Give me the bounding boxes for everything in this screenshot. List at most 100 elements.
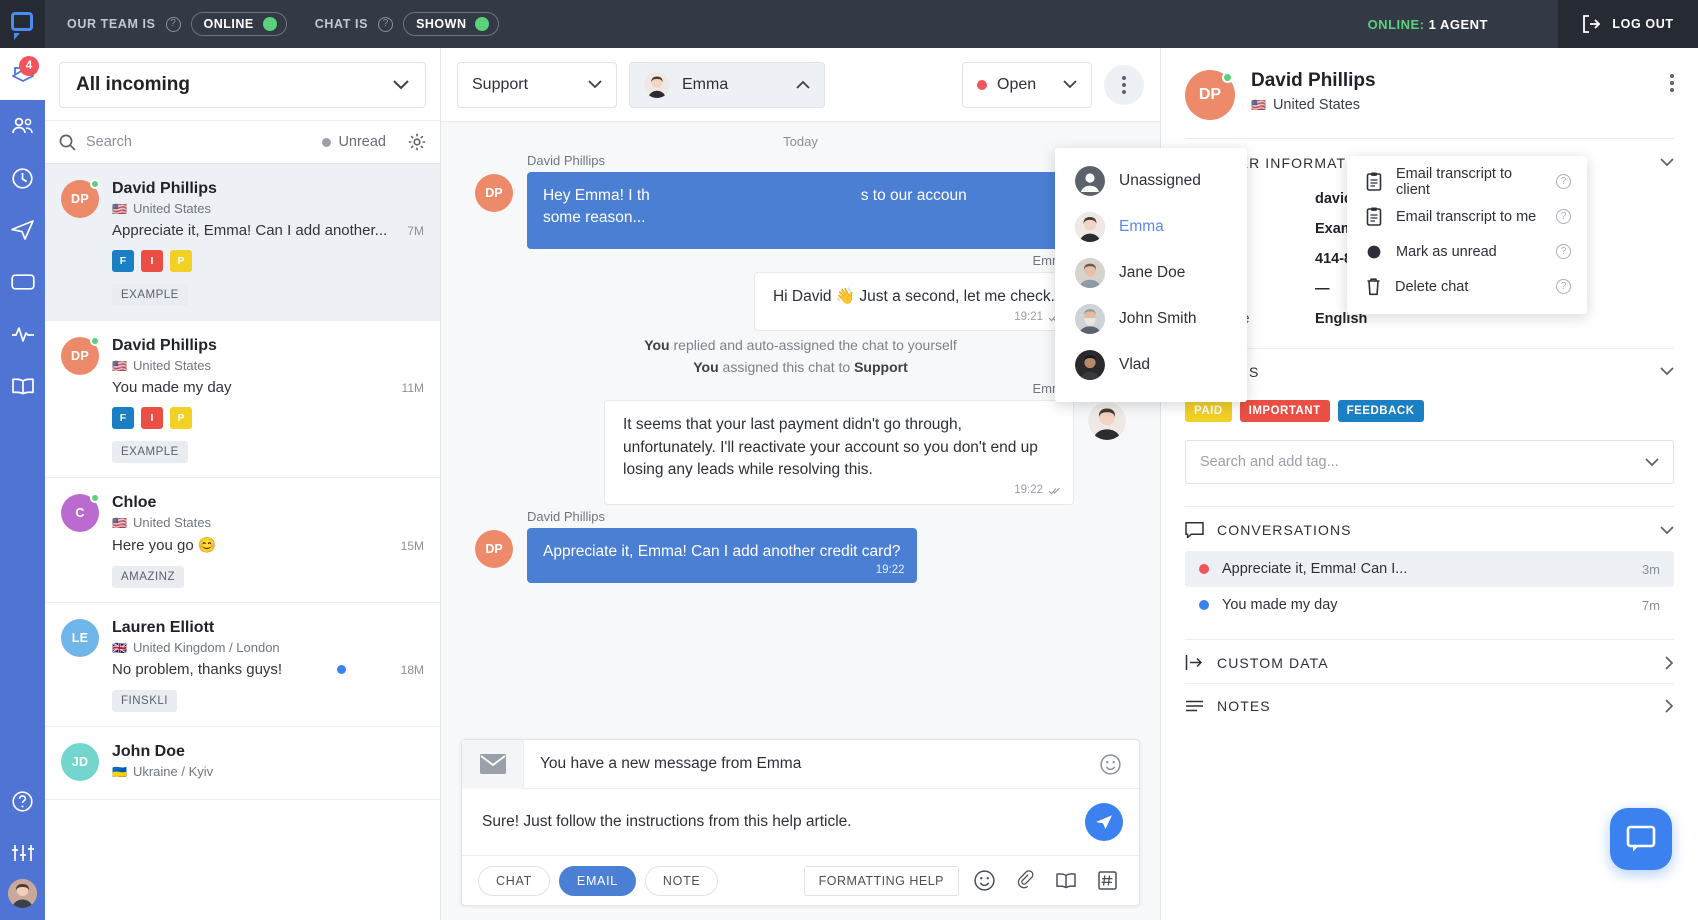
tag-chip[interactable]: PAID [1185, 400, 1232, 422]
knowledge-icon[interactable] [1050, 865, 1082, 897]
country-flag-icon: 🇺🇸 [112, 201, 127, 216]
custom-data-header[interactable]: CUSTOM DATA [1185, 639, 1674, 683]
sidebar-item-reports[interactable] [0, 308, 45, 360]
country-flag-icon: 🇬🇧 [112, 640, 127, 655]
online-status-dot-icon [1222, 72, 1233, 83]
field-value: — [1315, 281, 1330, 297]
contact-name: Chloe [112, 494, 157, 511]
search-icon[interactable] [59, 134, 76, 151]
menu-item-delete-chat[interactable]: Delete chat? [1347, 269, 1587, 304]
help-question-icon[interactable]: ? [1556, 209, 1571, 224]
canned-response-icon[interactable] [1091, 865, 1123, 897]
customer-options-button[interactable] [1670, 70, 1674, 92]
customer-name: David Phillips [1251, 70, 1376, 91]
status-dot-icon [1199, 600, 1209, 610]
conversation-list-item[interactable]: LE Lauren Elliott 🇬🇧 United Kingdom / Londo… [45, 603, 440, 727]
tab-email[interactable]: EMAIL [558, 865, 636, 896]
help-question-icon[interactable]: ? [165, 16, 181, 32]
source-badges: FIP [112, 407, 424, 429]
avatar: DP [61, 179, 100, 306]
notes-header[interactable]: NOTES [1185, 683, 1674, 726]
menu-item-email-transcript-to-me[interactable]: Email transcript to me? [1347, 199, 1587, 234]
group-select[interactable]: Support [457, 61, 617, 108]
menu-item-email-transcript-to-client[interactable]: Email transcript to client? [1347, 164, 1587, 199]
emoji-icon[interactable] [968, 865, 1000, 897]
subject-input[interactable]: You have a new message from Emma [524, 755, 1100, 773]
sidebar-item-knowledge[interactable] [0, 360, 45, 412]
help-question-icon[interactable]: ? [1556, 244, 1571, 259]
related-conversation-item[interactable]: Appreciate it, Emma! Can I... 3m [1185, 551, 1674, 587]
help-question-icon[interactable]: ? [1556, 174, 1571, 189]
tag-chip[interactable]: IMPORTANT [1239, 400, 1330, 422]
sidebar-item-chats[interactable]: 4 [0, 48, 45, 100]
chat-bubble-icon [1185, 522, 1204, 539]
assignee-option-vlad[interactable]: Vlad [1055, 342, 1247, 388]
tab-chat[interactable]: CHAT [478, 865, 550, 896]
conversation-list-item[interactable]: DP David Phillips 🇺🇸 United States Appreciat… [45, 164, 440, 321]
chat-visibility-toggle[interactable]: SHOWN [403, 12, 500, 36]
sidebar-item-history[interactable] [0, 152, 45, 204]
app-logo[interactable] [0, 0, 45, 48]
message-input[interactable]: Sure! Just follow the instructions from … [482, 813, 1085, 831]
assignee-dropdown-menu[interactable]: Unassigned Emma Jane Doe John Smith Vlad [1055, 148, 1247, 402]
email-subject-row: You have a new message from Emma [462, 739, 1139, 789]
assignee-option-emma[interactable]: Emma [1055, 204, 1247, 250]
unread-filter-button[interactable]: Unread [322, 134, 386, 150]
chat-header: Support Emma Open [441, 48, 1160, 122]
avatar: DP [61, 336, 100, 463]
formatting-help-button[interactable]: FORMATTING HELP [803, 865, 959, 896]
last-message-preview: No problem, thanks guys! [112, 661, 283, 678]
system-message: You replied and auto-assigned the chat t… [644, 337, 957, 354]
assignee-select[interactable]: Emma [629, 61, 825, 108]
conversation-list-item[interactable]: JD John Doe 🇺🇦 Ukraine / Kyiv [45, 727, 440, 800]
chat-widget-fab[interactable] [1610, 808, 1672, 870]
emoji-icon[interactable] [1100, 753, 1139, 775]
send-button[interactable] [1085, 803, 1123, 841]
attachment-icon[interactable] [1009, 865, 1041, 897]
menu-item-mark-as-unread[interactable]: Mark as unread? [1347, 234, 1587, 269]
chat-status-select[interactable]: Open [962, 61, 1092, 108]
assignee-select-value: Emma [682, 75, 729, 93]
search-input[interactable]: Search [86, 134, 312, 150]
tickets-icon [10, 274, 35, 290]
conversation-rows[interactable]: DP David Phillips 🇺🇸 United States Appreciat… [45, 164, 440, 920]
tag-search-input[interactable]: Search and add tag... [1185, 440, 1674, 484]
section-title: NOTES [1217, 698, 1271, 714]
emma-avatar-photo [1088, 402, 1126, 441]
team-status-toggle[interactable]: ONLINE [190, 12, 287, 36]
conversations-header[interactable]: CONVERSATIONS [1185, 506, 1674, 551]
sidebar-item-tickets[interactable] [0, 256, 45, 308]
last-message-time: 18M [400, 663, 424, 677]
chat-options-button[interactable] [1104, 64, 1144, 105]
related-conversation-item[interactable]: You made my day 7m [1185, 587, 1674, 623]
conversation-list-item[interactable]: DP David Phillips 🇺🇸 United States You made … [45, 321, 440, 478]
help-question-icon[interactable]: ? [378, 16, 394, 32]
assignee-option-jane-doe[interactable]: Jane Doe [1055, 250, 1247, 296]
chevron-up-icon [796, 80, 810, 89]
day-label: Today [783, 134, 818, 149]
help-question-icon[interactable]: ? [1556, 279, 1571, 294]
gear-icon[interactable] [408, 133, 426, 151]
related-conversations-list[interactable]: Appreciate it, Emma! Can I... 3m You made … [1185, 551, 1674, 639]
conversation-list-item[interactable]: C Chloe 🇺🇸 United States Here you go 😊 15M AMA… [45, 478, 440, 603]
source-badges: FIP [112, 250, 424, 272]
sidebar-item-help[interactable] [0, 775, 45, 827]
avatar[interactable] [8, 879, 37, 908]
assignee-option-unassigned[interactable]: Unassigned [1055, 158, 1247, 204]
chat-context-menu[interactable]: Email transcript to client? Email transcr… [1347, 156, 1587, 314]
tags-header[interactable]: TAGS [1185, 348, 1674, 392]
sidebar-item-traffic[interactable] [0, 100, 45, 152]
tab-note[interactable]: NOTE [644, 865, 719, 896]
message-bubble: Appreciate it, Emma! Can I add another c… [527, 527, 917, 583]
conversation-list-panel: All incoming Search Unread DP David Phill… [45, 48, 441, 920]
assignee-option-john-smith[interactable]: John Smith [1055, 296, 1247, 342]
inbox-filter-select[interactable]: All incoming [59, 62, 426, 108]
sidebar-item-engage[interactable] [0, 204, 45, 256]
tag-chip[interactable]: FEEDBACK [1337, 400, 1424, 422]
logout-button[interactable]: LOG OUT [1558, 0, 1698, 48]
search-bar: Search Unread [45, 120, 440, 164]
conversation-preview: Appreciate it, Emma! Can I... [1222, 561, 1408, 577]
country-flag-icon: 🇺🇸 [112, 515, 127, 530]
sidebar-item-settings[interactable] [0, 827, 45, 879]
message-list[interactable]: Today David Phillips DP Hey Emma! I th s… [441, 122, 1160, 739]
